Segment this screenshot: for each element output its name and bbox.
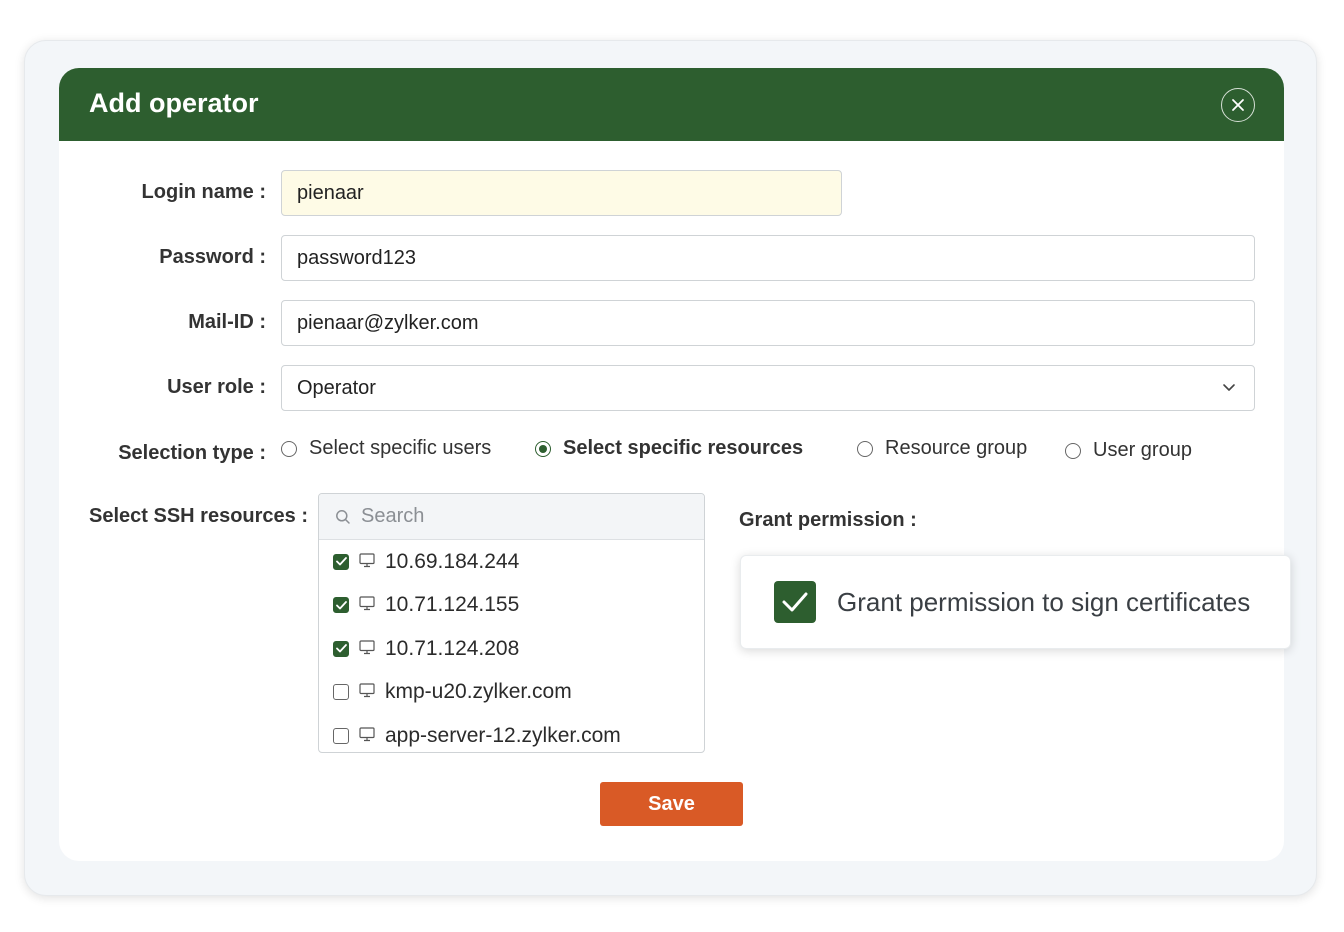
radio-select-specific-users[interactable]: Select specific users [281,437,491,460]
checkbox-checked[interactable] [333,553,349,570]
resource-list-item[interactable]: 10.71.124.155 [319,584,704,628]
user-role-label: User role : [167,376,266,398]
resource-name: app-server-12.zylker.com [385,723,621,747]
monitor-icon [359,593,375,617]
monitor-icon [359,637,375,661]
grant-sign-certificates-option[interactable]: Grant permission to sign certificates [740,555,1291,649]
radio-button-selected [535,440,551,457]
monitor-icon [359,550,375,574]
login-name-field[interactable]: pienaar [281,170,842,216]
close-icon [1232,99,1244,111]
password-label: Password : [159,246,266,268]
monitor-icon [359,724,375,748]
resource-name: 10.69.184.244 [385,549,520,573]
checkbox-checked[interactable] [333,597,349,614]
mail-id-field[interactable]: pienaar@zylker.com [281,300,1255,346]
resource-search-input[interactable]: Search [319,494,704,540]
resource-list-item[interactable]: app-server-12.zylker.com [319,714,704,752]
radio-button [281,440,297,457]
grant-checkbox[interactable] [774,581,816,623]
check-icon [335,557,347,566]
resource-name: 10.71.124.155 [385,593,520,617]
user-role-value: Operator [297,376,376,399]
check-icon [335,600,347,610]
radio-label: Select specific users [309,437,492,459]
ssh-resources-label: Select SSH resources : [89,505,308,527]
radio-label: Resource group [885,437,1028,459]
dialog-header: Add operator [59,68,1284,141]
mail-id-label: Mail-ID : [188,311,266,333]
user-role-select[interactable]: Operator [281,365,1255,411]
radio-select-specific-resources[interactable]: Select specific resources [535,437,803,460]
search-placeholder: Search [361,505,425,527]
radio-button [1065,442,1081,459]
resource-list-item[interactable]: 10.71.124.208 [319,627,704,671]
grant-permission-label: Grant permission : [739,509,917,531]
login-name-label: Login name : [141,181,266,203]
monitor-icon [359,680,375,704]
selection-type-label: Selection type : [118,442,266,464]
resource-name: 10.71.124.208 [385,636,520,660]
check-icon [782,592,808,612]
grant-option-label: Grant permission to sign certificates [837,586,1251,617]
checkbox-unchecked[interactable] [333,684,349,701]
radio-label: User group [1093,439,1192,461]
resource-list-item[interactable]: kmp-u20.zylker.com [319,671,704,715]
radio-resource-group[interactable]: Resource group [857,437,1027,460]
resource-list-item[interactable]: 10.69.184.244 [319,540,704,584]
save-button[interactable]: Save [600,782,743,826]
resource-name: kmp-u20.zylker.com [385,680,572,704]
password-field[interactable]: password123 [281,235,1255,281]
resource-items: 10.69.184.244 10.71.124.155 10.71.124.208 k… [319,540,704,752]
checkbox-unchecked[interactable] [333,727,349,744]
close-button[interactable] [1221,88,1255,122]
chevron-down-icon [1223,384,1235,391]
ssh-resource-list: Search 10.69.184.244 10.71.124.155 10.71.1… [318,493,705,753]
check-icon [335,644,347,653]
search-icon [336,509,350,524]
radio-user-group[interactable]: User group [1065,439,1192,462]
checkbox-checked[interactable] [333,640,349,657]
radio-button [857,440,873,457]
radio-label: Select specific resources [563,437,804,459]
dialog-title: Add operator [89,88,259,118]
